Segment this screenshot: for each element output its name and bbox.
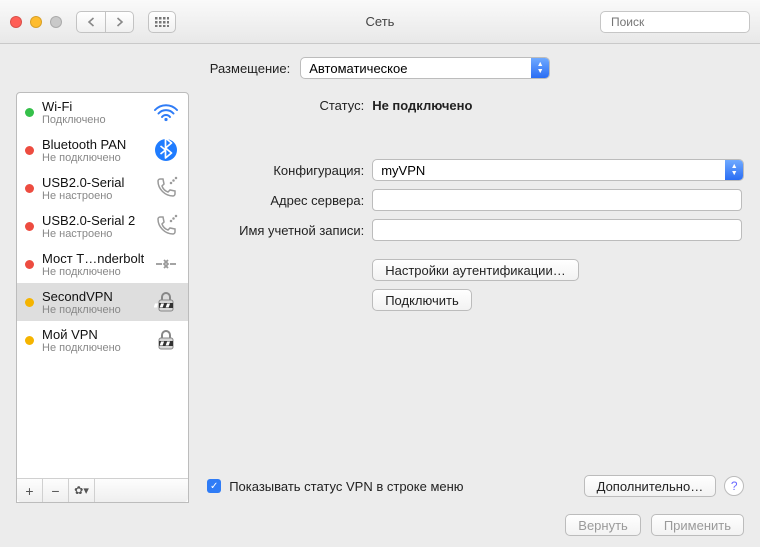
service-status-text: Не настроено — [42, 190, 144, 202]
service-sidebar: Wi-FiПодключеноBluetooth PANНе подключен… — [16, 92, 189, 503]
status-dot-icon — [25, 260, 34, 269]
service-name: USB2.0-Serial — [42, 175, 144, 190]
service-status-text: Подключено — [42, 114, 144, 126]
location-select-input[interactable]: Автоматическое — [300, 57, 550, 79]
search-field[interactable] — [600, 11, 750, 33]
status-dot-icon — [25, 336, 34, 345]
service-name: Мост T…nderbolt — [42, 251, 144, 266]
minimize-window-button[interactable] — [30, 16, 42, 28]
config-select[interactable]: myVPN ▲▼ — [372, 159, 744, 181]
location-row: Размещение: Автоматическое ▲▼ — [0, 44, 760, 92]
phone-icon — [152, 212, 180, 240]
forward-button[interactable] — [105, 12, 133, 32]
service-row[interactable]: Мост T…nderboltНе подключено — [17, 245, 188, 283]
service-name: USB2.0-Serial 2 — [42, 213, 144, 228]
status-dot-icon — [25, 146, 34, 155]
main-area: Wi-FiПодключеноBluetooth PANНе подключен… — [0, 92, 760, 503]
vpn-icon — [152, 326, 180, 354]
service-actions-button[interactable]: ✿▾ — [69, 479, 95, 502]
show-vpn-status-label: Показывать статус VPN в строке меню — [229, 479, 463, 494]
location-label: Размещение: — [210, 61, 291, 76]
config-label: Конфигурация: — [207, 163, 372, 178]
titlebar: Сеть — [0, 0, 760, 44]
sidebar-toolbar: + − ✿▾ — [17, 478, 188, 502]
footer: Вернуть Применить — [0, 503, 760, 547]
bottom-options: ✓ Показывать статус VPN в строке меню До… — [207, 469, 744, 503]
service-row[interactable]: Bluetooth PANНе подключено — [17, 131, 188, 169]
account-label: Имя учетной записи: — [207, 223, 372, 238]
service-row[interactable]: Мой VPNНе подключено — [17, 321, 188, 359]
status-label: Статус: — [207, 98, 372, 113]
chevron-right-icon — [115, 17, 124, 27]
service-name: SecondVPN — [42, 289, 144, 304]
bluetooth-icon — [152, 136, 180, 164]
bridge-icon — [152, 250, 180, 278]
status-value: Не подключено — [372, 98, 744, 113]
service-status-text: Не подключено — [42, 304, 144, 316]
service-status-text: Не настроено — [42, 228, 144, 240]
service-name: Wi-Fi — [42, 99, 144, 114]
back-button[interactable] — [77, 12, 105, 32]
show-all-button[interactable] — [148, 11, 176, 33]
status-dot-icon — [25, 298, 34, 307]
help-button[interactable]: ? — [724, 476, 744, 496]
vpn-icon — [152, 288, 180, 316]
auth-settings-button[interactable]: Настройки аутентификации… — [372, 259, 579, 281]
service-name: Bluetooth PAN — [42, 137, 144, 152]
server-address-input[interactable] — [372, 189, 742, 211]
zoom-window-button[interactable] — [50, 16, 62, 28]
server-label: Адрес сервера: — [207, 193, 372, 208]
status-dot-icon — [25, 108, 34, 117]
connect-button[interactable]: Подключить — [372, 289, 472, 311]
service-row[interactable]: SecondVPNНе подключено — [17, 283, 188, 321]
service-list[interactable]: Wi-FiПодключеноBluetooth PANНе подключен… — [17, 93, 188, 478]
add-service-button[interactable]: + — [17, 479, 43, 502]
service-row[interactable]: Wi-FiПодключено — [17, 93, 188, 131]
status-dot-icon — [25, 222, 34, 231]
service-status-text: Не подключено — [42, 342, 144, 354]
location-select[interactable]: Автоматическое ▲▼ — [300, 57, 550, 79]
service-status-text: Не подключено — [42, 152, 144, 164]
wifi-icon — [152, 98, 180, 126]
grid-icon — [155, 17, 169, 27]
nav-segment — [76, 11, 134, 33]
remove-service-button[interactable]: − — [43, 479, 69, 502]
apply-button[interactable]: Применить — [651, 514, 744, 536]
window-controls — [10, 16, 62, 28]
account-name-input[interactable] — [372, 219, 742, 241]
status-dot-icon — [25, 184, 34, 193]
phone-icon — [152, 174, 180, 202]
config-select-input[interactable]: myVPN — [372, 159, 744, 181]
service-status-text: Не подключено — [42, 266, 144, 278]
service-name: Мой VPN — [42, 327, 144, 342]
show-vpn-status-checkbox[interactable]: ✓ — [207, 479, 221, 493]
detail-pane: Статус: Не подключено Конфигурация: myVP… — [189, 92, 744, 503]
chevron-left-icon — [87, 17, 96, 27]
revert-button[interactable]: Вернуть — [565, 514, 641, 536]
advanced-button[interactable]: Дополнительно… — [584, 475, 717, 497]
service-row[interactable]: USB2.0-Serial 2Не настроено — [17, 207, 188, 245]
service-row[interactable]: USB2.0-SerialНе настроено — [17, 169, 188, 207]
search-input[interactable] — [611, 15, 760, 29]
close-window-button[interactable] — [10, 16, 22, 28]
